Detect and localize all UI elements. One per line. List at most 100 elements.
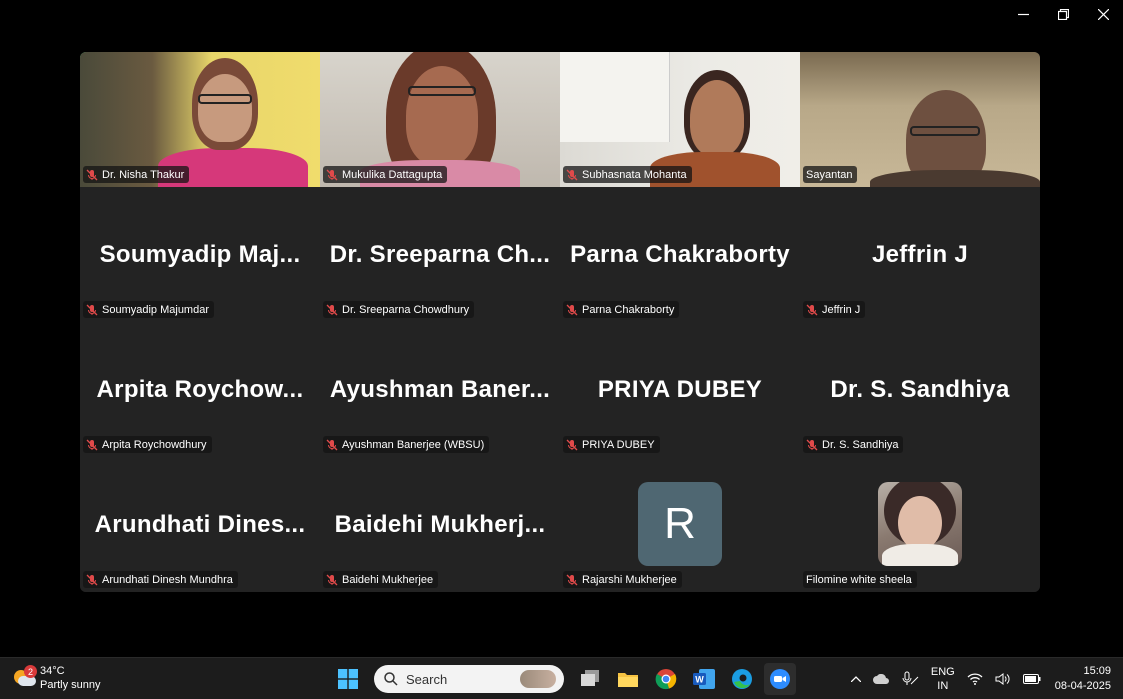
zoom-button[interactable] xyxy=(764,663,796,695)
edge-button[interactable] xyxy=(726,663,758,695)
participant-name-tag: Dr. Nisha Thakur xyxy=(83,166,190,183)
participant-label: Sayantan xyxy=(806,168,853,181)
close-button[interactable] xyxy=(1083,0,1123,28)
pen-mic-icon xyxy=(902,671,919,685)
participant-name-tag: Subhasnata Mohanta xyxy=(563,166,692,183)
mic-muted-icon xyxy=(326,304,338,316)
participant-name-tag: Filomine white sheela xyxy=(803,571,917,588)
taskbar-apps: Search W xyxy=(332,663,796,695)
participant-tile[interactable]: Filomine white sheela xyxy=(800,457,1040,592)
participant-tile[interactable]: Dr. Sreeparna Ch... Dr. Sreeparna Chowdh… xyxy=(320,187,560,322)
participant-display-name: Soumyadip Maj... xyxy=(99,240,301,268)
minimize-button[interactable] xyxy=(1003,0,1043,28)
pen-menu-button[interactable] xyxy=(895,671,925,687)
search-placeholder: Search xyxy=(406,671,448,687)
mic-muted-icon xyxy=(806,304,818,316)
mic-muted-icon xyxy=(566,304,578,316)
participant-label: Jeffrin J xyxy=(822,303,861,316)
mic-muted-icon xyxy=(86,304,98,316)
restore-button[interactable] xyxy=(1043,0,1083,28)
clock-time: 15:09 xyxy=(1083,665,1111,677)
participant-tile-video[interactable]: Dr. Nisha Thakur xyxy=(80,52,320,187)
participant-label: Soumyadip Majumdar xyxy=(102,303,209,316)
restore-icon xyxy=(1057,8,1069,20)
participant-tile[interactable]: Baidehi Mukherj... Baidehi Mukherjee xyxy=(320,457,560,592)
participant-name-tag: Arpita Roychowdhury xyxy=(83,436,212,453)
file-explorer-button[interactable] xyxy=(612,663,644,695)
participant-tile[interactable]: PRIYA DUBEY PRIYA DUBEY xyxy=(560,322,800,457)
participant-tile[interactable]: Parna Chakraborty Parna Chakraborty xyxy=(560,187,800,322)
participant-tile-video[interactable]: Mukulika Dattagupta xyxy=(320,52,560,187)
onedrive-button[interactable] xyxy=(867,674,895,684)
system-tray: ENG IN 15:09 08-04-2025 xyxy=(845,658,1123,699)
participant-display-name: Arpita Roychow... xyxy=(96,375,304,403)
participant-display-name: Ayushman Baner... xyxy=(329,375,551,403)
search-icon xyxy=(384,672,398,686)
windows-start-icon xyxy=(338,669,358,689)
participant-label: Ayushman Banerjee (WBSU) xyxy=(342,438,485,451)
participant-display-name: Jeffrin J xyxy=(871,240,969,268)
weather-widget[interactable]: 2 34°C Partly sunny xyxy=(12,664,101,692)
partly-sunny-icon: 2 xyxy=(12,665,37,690)
participant-label: Parna Chakraborty xyxy=(582,303,675,316)
language-indicator[interactable]: ENG IN xyxy=(925,665,961,693)
weather-temp: 34°C xyxy=(40,665,65,677)
participant-grid: Dr. Nisha Thakur Mukulika Dattagupta Sub… xyxy=(80,52,1040,592)
participant-display-name: Baidehi Mukherj... xyxy=(334,510,546,538)
participant-tile[interactable]: Arundhati Dines... Arundhati Dinesh Mund… xyxy=(80,457,320,592)
participant-name-tag: Rajarshi Mukherjee xyxy=(563,571,682,588)
chrome-icon xyxy=(655,669,677,690)
close-icon xyxy=(1097,8,1109,20)
participant-tile-video[interactable]: Sayantan xyxy=(800,52,1040,187)
mic-muted-icon xyxy=(566,574,578,586)
avatar-photo xyxy=(878,482,962,566)
weather-condition: Partly sunny xyxy=(40,679,101,691)
word-button[interactable]: W xyxy=(688,663,720,695)
participant-label: Arundhati Dinesh Mundhra xyxy=(102,573,233,586)
participant-display-name: Dr. Sreeparna Ch... xyxy=(329,240,551,268)
task-view-button[interactable] xyxy=(574,663,606,695)
show-hidden-icons-button[interactable] xyxy=(845,676,867,682)
participant-display-name: PRIYA DUBEY xyxy=(597,375,763,403)
participant-tile[interactable]: Ayushman Baner... Ayushman Banerjee (WBS… xyxy=(320,322,560,457)
wifi-icon xyxy=(967,673,983,685)
participant-name-tag: Jeffrin J xyxy=(803,301,866,318)
participant-tile-video[interactable]: Subhasnata Mohanta xyxy=(560,52,800,187)
network-button[interactable] xyxy=(961,673,989,685)
participant-name-tag: Mukulika Dattagupta xyxy=(323,166,448,183)
system-clock[interactable]: 15:09 08-04-2025 xyxy=(1047,664,1123,694)
task-view-icon xyxy=(581,670,599,686)
participant-tile[interactable]: Dr. S. Sandhiya Dr. S. Sandhiya xyxy=(800,322,1040,457)
svg-text:W: W xyxy=(695,675,704,685)
minimize-icon xyxy=(1017,13,1029,15)
mic-muted-icon xyxy=(86,439,98,451)
participant-tile[interactable]: Arpita Roychow... Arpita Roychowdhury xyxy=(80,322,320,457)
participant-display-name: Dr. S. Sandhiya xyxy=(830,375,1010,403)
participant-tile[interactable]: R Rajarshi Mukherjee xyxy=(560,457,800,592)
participant-display-name: Arundhati Dines... xyxy=(94,510,306,538)
battery-button[interactable] xyxy=(1017,674,1047,684)
mic-muted-icon xyxy=(806,439,818,451)
participant-label: PRIYA DUBEY xyxy=(582,438,655,451)
participant-label: Mukulika Dattagupta xyxy=(342,168,443,181)
taskbar: 2 34°C Partly sunny Search W ENG IN 15:0… xyxy=(0,657,1123,699)
participant-tile[interactable]: Soumyadip Maj... Soumyadip Majumdar xyxy=(80,187,320,322)
participant-tile[interactable]: Jeffrin J Jeffrin J xyxy=(800,187,1040,322)
start-button[interactable] xyxy=(332,663,364,695)
participant-name-tag: Parna Chakraborty xyxy=(563,301,680,318)
taskbar-search[interactable]: Search xyxy=(374,665,564,693)
participant-label: Baidehi Mukherjee xyxy=(342,573,434,586)
chrome-button[interactable] xyxy=(650,663,682,695)
mic-muted-icon xyxy=(86,169,98,181)
participant-label: Dr. S. Sandhiya xyxy=(822,438,899,451)
participant-label: Arpita Roychowdhury xyxy=(102,438,207,451)
participant-name-tag: Arundhati Dinesh Mundhra xyxy=(83,571,238,588)
volume-button[interactable] xyxy=(989,673,1017,685)
participant-name-tag: Dr. Sreeparna Chowdhury xyxy=(323,301,475,318)
speaker-icon xyxy=(995,673,1010,685)
participant-name-tag: Sayantan xyxy=(803,166,858,183)
word-icon: W xyxy=(693,669,715,689)
mic-muted-icon xyxy=(566,439,578,451)
zoom-icon xyxy=(770,669,790,689)
participant-name-tag: Soumyadip Majumdar xyxy=(83,301,214,318)
